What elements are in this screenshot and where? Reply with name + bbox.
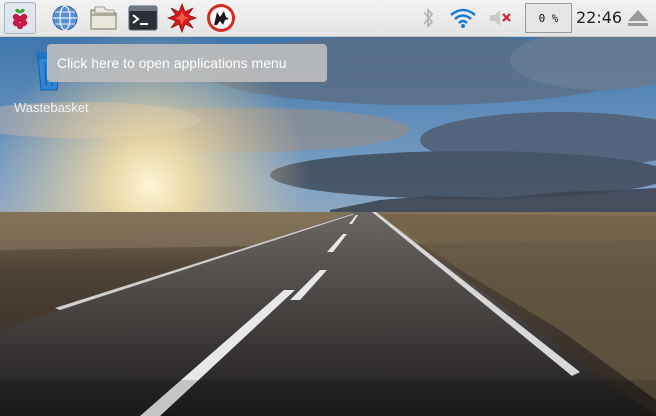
volume-muted-icon — [490, 10, 511, 26]
cpu-usage-monitor[interactable]: 0 % — [525, 3, 572, 33]
wolfram-button[interactable] — [205, 2, 237, 34]
terminal-button[interactable] — [127, 2, 159, 34]
applications-menu-tooltip: Click here to open applications menu — [47, 44, 327, 82]
desktop: 0 % 22:46 Wastebasket Click here to open… — [0, 0, 656, 416]
web-browser-button[interactable] — [49, 2, 81, 34]
terminal-icon — [128, 5, 158, 31]
bluetooth-icon — [423, 7, 434, 29]
applications-menu-button[interactable] — [4, 2, 36, 34]
mathematica-button[interactable] — [166, 2, 198, 34]
mathematica-icon — [167, 3, 197, 33]
eject-button[interactable] — [622, 2, 654, 34]
wolfram-icon — [207, 4, 235, 32]
bluetooth-button[interactable] — [412, 2, 444, 34]
raspberry-menu-icon — [12, 8, 28, 30]
file-manager-button[interactable] — [88, 2, 120, 34]
web-browser-icon — [52, 5, 78, 31]
eject-icon — [628, 10, 648, 26]
wifi-button[interactable] — [447, 2, 479, 34]
wastebasket-label: Wastebasket — [14, 100, 89, 115]
wifi-icon — [450, 8, 476, 28]
clock[interactable]: 22:46 — [576, 0, 622, 36]
taskbar: 0 % 22:46 — [0, 0, 656, 37]
volume-button[interactable] — [485, 2, 517, 34]
cpu-usage-value: 0 % — [538, 11, 559, 25]
file-manager-icon — [90, 6, 117, 30]
